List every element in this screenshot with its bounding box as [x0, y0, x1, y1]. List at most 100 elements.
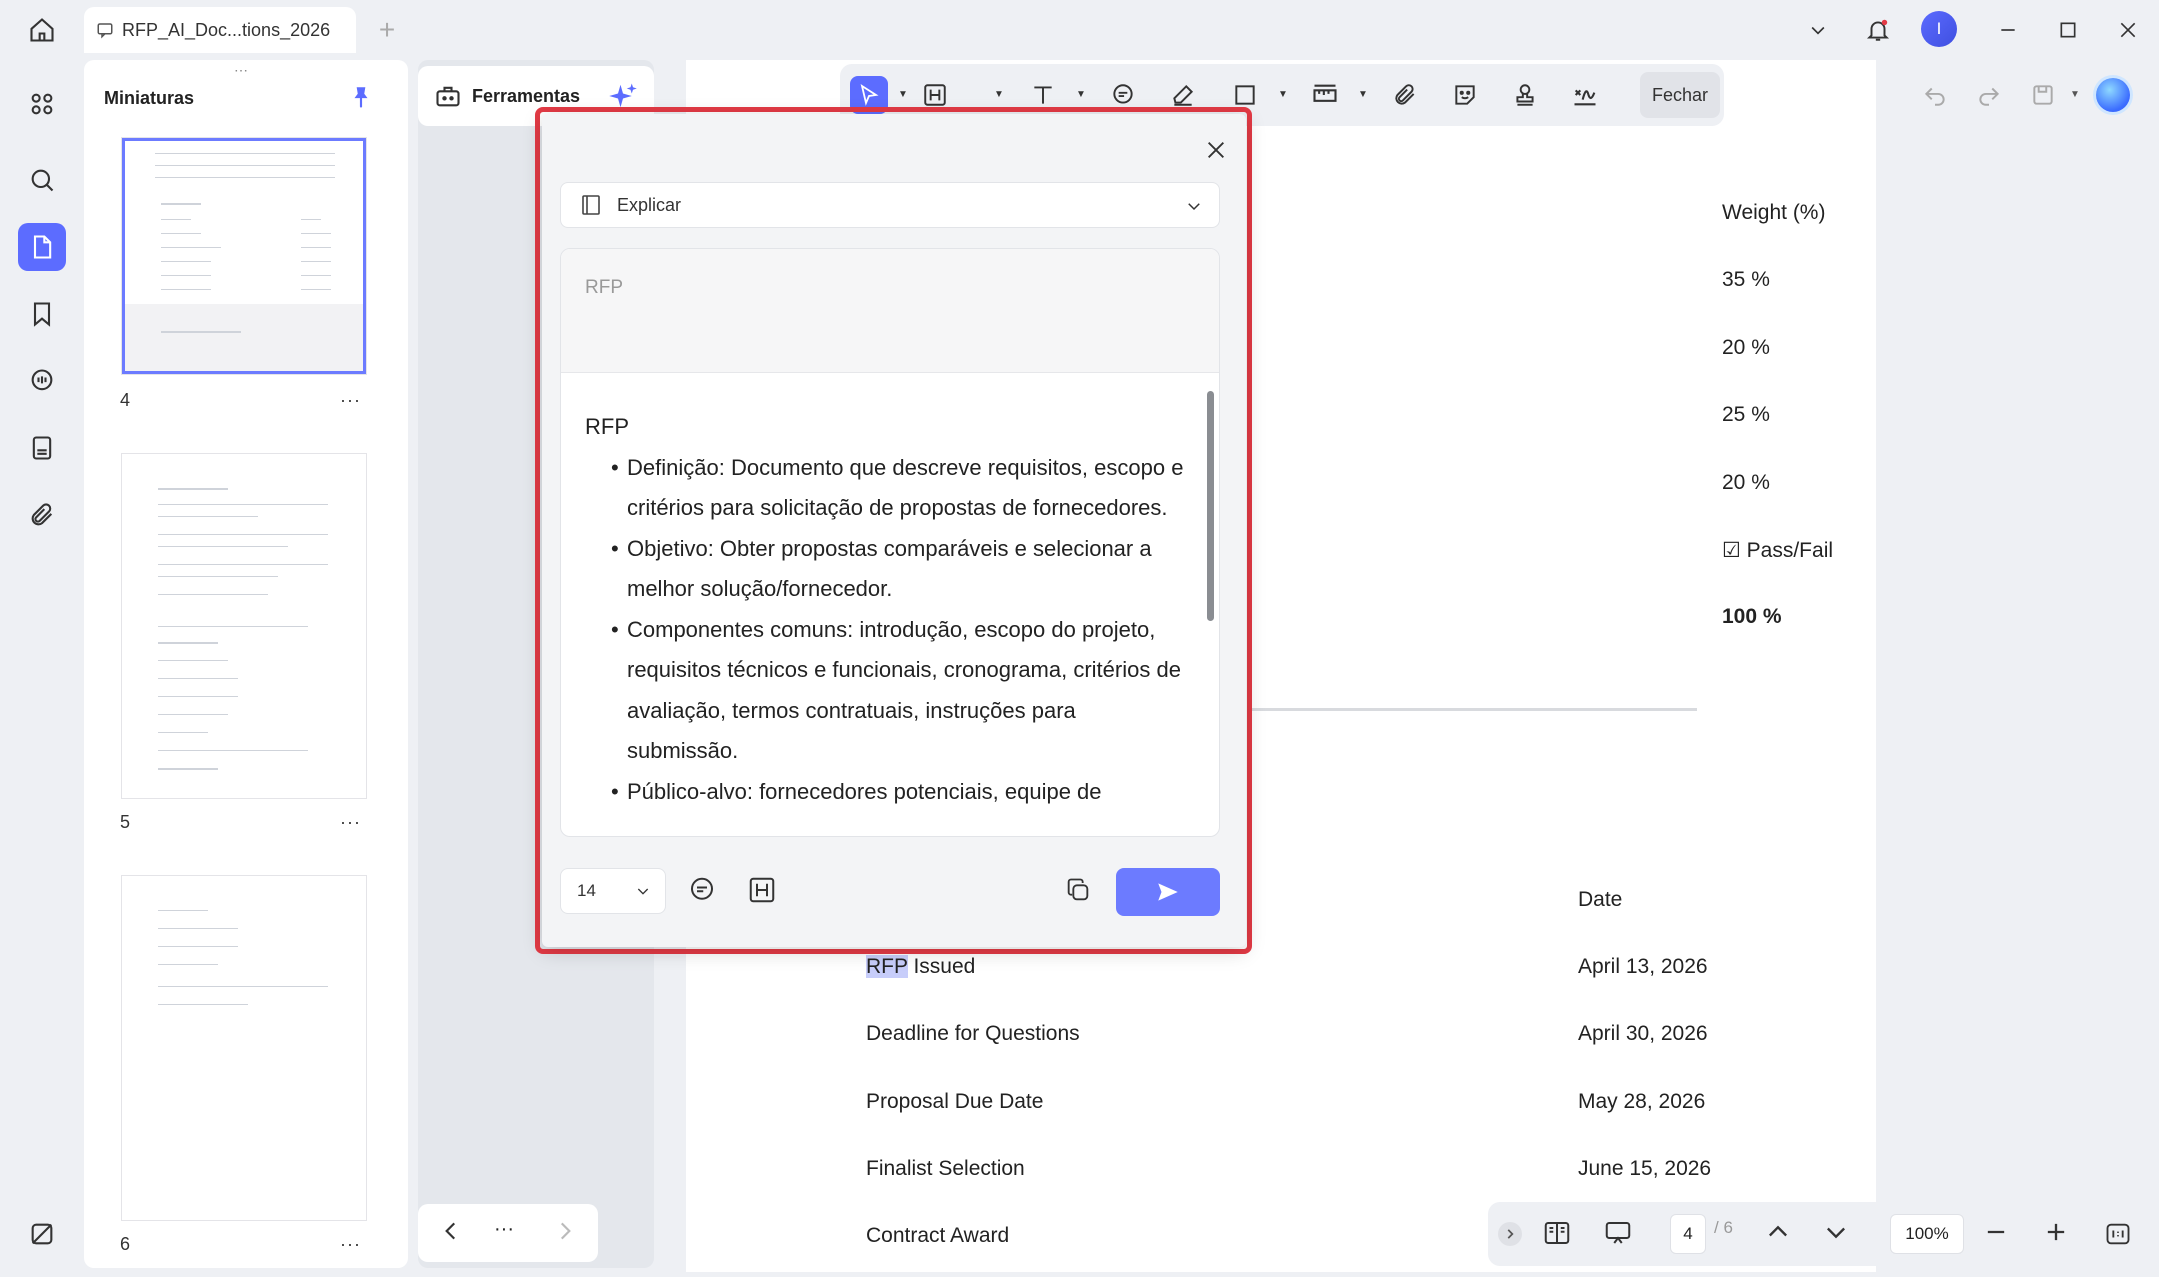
timeline-date: April 13, 2026 — [1578, 955, 1708, 978]
thumbnail-page-4[interactable] — [122, 138, 366, 374]
current-page-input[interactable]: 4 — [1670, 1214, 1706, 1254]
home-button[interactable] — [22, 12, 62, 48]
rail-forms-button[interactable] — [18, 424, 66, 472]
close-window-button[interactable] — [2110, 14, 2146, 46]
thumbnail-more-button[interactable]: ··· — [340, 390, 361, 411]
sticker-tool[interactable] — [1446, 76, 1484, 114]
search-icon — [31, 169, 54, 192]
rail-comments-button[interactable] — [18, 357, 66, 405]
presentation-button[interactable] — [1602, 1218, 1634, 1253]
chevron-down-icon[interactable]: ▼ — [2070, 89, 2080, 100]
close-toolbar-button[interactable]: Fechar — [1640, 72, 1720, 118]
list-item: Público-alvo: fornecedores potenciais, e… — [611, 772, 1185, 813]
ai-assistant-button[interactable] — [2094, 76, 2132, 114]
ai-explain-dialog: Explicar RFP RFP Definição: Documento qu… — [542, 114, 1246, 947]
thumbnail-more-button[interactable]: ··· — [340, 812, 361, 833]
ai-answer-scrollbar[interactable] — [1207, 391, 1214, 621]
copy-button[interactable] — [1058, 870, 1098, 910]
ai-input-text: RFP — [585, 277, 623, 298]
maximize-button[interactable] — [2050, 14, 2086, 46]
ai-input-field[interactable]: RFP — [561, 249, 1219, 373]
chevron-down-icon[interactable]: ▼ — [1076, 89, 1086, 100]
document-tab[interactable]: RFP_AI_Doc...tions_2026 — [84, 7, 356, 53]
chevron-up-icon — [1769, 1225, 1787, 1237]
next-tool-button[interactable] — [552, 1218, 578, 1249]
close-dialog-button[interactable] — [1200, 134, 1232, 166]
redo-button[interactable] — [1970, 76, 2008, 114]
close-icon — [1208, 142, 1224, 158]
home-icon — [30, 18, 54, 42]
form-icon — [32, 436, 52, 460]
tabs-dropdown-button[interactable] — [1800, 14, 1836, 46]
rail-bookmarks-button[interactable] — [18, 290, 66, 338]
chevron-down-icon — [1827, 1227, 1845, 1239]
ai-mode-select[interactable]: Explicar — [560, 182, 1220, 228]
bookmark-icon — [33, 302, 51, 327]
weight-value: 20 % — [1722, 471, 1770, 494]
highlight-icon — [749, 877, 775, 903]
more-tools-icon[interactable]: ··· — [494, 1218, 514, 1241]
copy-icon — [1067, 878, 1089, 901]
list-item: Componentes comuns: introdução, escopo d… — [611, 610, 1185, 772]
thumbnail-more-button[interactable]: ··· — [340, 1234, 361, 1255]
timeline-date: May 28, 2026 — [1578, 1090, 1706, 1113]
rail-apps-button[interactable] — [18, 80, 66, 128]
chevron-down-icon[interactable]: ▼ — [898, 89, 908, 100]
rail-theme-button[interactable] — [18, 1210, 66, 1258]
comment-icon — [691, 877, 713, 900]
eraser-icon — [1173, 84, 1194, 106]
chevron-down-icon[interactable]: ▼ — [1358, 89, 1368, 100]
rail-thumbnails-button[interactable] — [18, 223, 66, 271]
undo-button[interactable] — [1916, 76, 1954, 114]
pin-panel-button[interactable] — [348, 84, 374, 115]
zoom-in-button[interactable] — [2042, 1218, 2070, 1251]
actual-size-button[interactable] — [2104, 1220, 2132, 1253]
sticker-icon — [1455, 85, 1475, 105]
zoom-out-button[interactable] — [1982, 1218, 2010, 1251]
presentation-icon — [1605, 1222, 1631, 1244]
next-page-button[interactable] — [1822, 1218, 1850, 1251]
add-highlight-button[interactable] — [742, 870, 782, 910]
thumbnail-page-6[interactable] — [122, 876, 366, 1220]
rail-attachments-button[interactable] — [18, 491, 66, 539]
send-button[interactable] — [1116, 868, 1220, 916]
chevron-down-icon[interactable]: ▼ — [1278, 89, 1288, 100]
ruler-icon — [1313, 84, 1337, 102]
toolbox-icon — [436, 86, 460, 107]
font-size-value: 14 — [577, 881, 596, 900]
new-tab-button[interactable]: + — [372, 14, 402, 46]
chevron-right-icon — [560, 1222, 571, 1240]
comment-icon — [1113, 84, 1133, 104]
selected-text[interactable]: RFP — [866, 955, 908, 978]
rectangle-icon — [1235, 85, 1255, 105]
attach-tool[interactable] — [1386, 76, 1424, 114]
avatar[interactable]: I — [1921, 11, 1957, 47]
signature-tool[interactable] — [1566, 76, 1604, 114]
paperclip-icon — [31, 503, 53, 526]
chevron-down-icon[interactable]: ▼ — [994, 89, 1004, 100]
add-comment-button[interactable] — [682, 870, 722, 910]
drag-handle-icon[interactable]: ⋯ — [234, 62, 250, 79]
prev-tool-button[interactable] — [438, 1218, 464, 1249]
chevron-down-icon — [637, 888, 649, 895]
prev-page-button[interactable] — [1764, 1218, 1792, 1251]
timeline-milestone: RFP Issued — [866, 955, 976, 978]
collapse-nav-button[interactable] — [1498, 1222, 1522, 1246]
comment-icon — [31, 369, 53, 391]
font-size-select[interactable]: 14 — [560, 868, 666, 914]
total-pages: / 6 — [1714, 1218, 1733, 1237]
tab-title: RFP_AI_Doc...tions_2026 — [122, 19, 331, 40]
ai-answer: RFP Definição: Documento que descreve re… — [585, 407, 1185, 812]
timeline-milestone: Proposal Due Date — [866, 1090, 1044, 1113]
thumbnail-page-5[interactable] — [122, 454, 366, 798]
maximize-icon — [2060, 22, 2076, 38]
zoom-level-field[interactable]: 100% — [1890, 1214, 1964, 1254]
close-icon — [2120, 22, 2136, 38]
minimize-button[interactable] — [1990, 14, 2026, 46]
page-layout-button[interactable] — [1542, 1218, 1572, 1253]
save-button[interactable] — [2024, 76, 2062, 114]
rail-search-button[interactable] — [18, 156, 66, 204]
stamp-tool[interactable] — [1506, 76, 1544, 114]
measure-tool[interactable] — [1306, 76, 1344, 114]
notifications-button[interactable] — [1860, 14, 1896, 46]
